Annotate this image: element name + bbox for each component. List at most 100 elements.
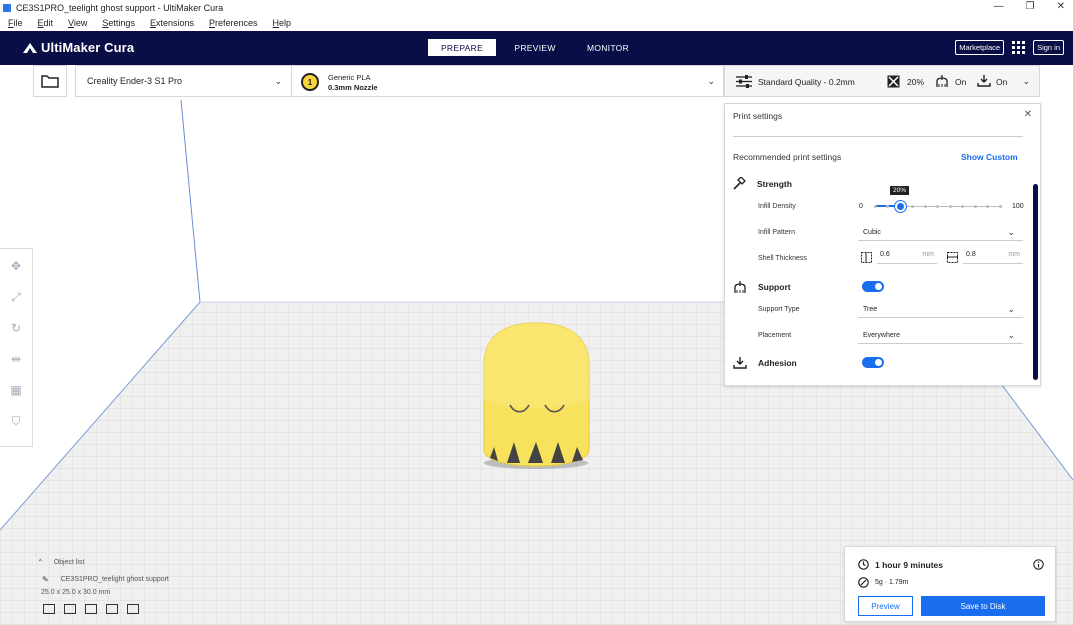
chevron-up-icon: ⌃ <box>37 558 44 567</box>
window-controls: — ❐ ✕ <box>994 1 1065 12</box>
infill-max-label: 100 <box>1012 203 1024 210</box>
slider-tick <box>973 204 977 208</box>
tab-prepare[interactable]: PREPARE <box>428 39 496 56</box>
support-section: Support <box>733 280 791 294</box>
slider-tick <box>948 204 952 208</box>
chevron-down-icon: ⌄ <box>274 76 282 86</box>
slider-tick <box>986 204 989 208</box>
scale-tool-icon[interactable]: ⤢ <box>9 290 23 304</box>
infill-tooltip: 20% <box>890 186 910 195</box>
infill-summary: 20% <box>907 77 925 87</box>
menu-extensions[interactable]: Extensions <box>150 18 194 28</box>
printer-selector[interactable]: Creality Ender-3 S1 Pro ⌄ <box>75 65 292 97</box>
mirror-tool-icon[interactable]: ⇹ <box>9 352 23 366</box>
print-settings-panel: Print settings ✕ Recommended print setti… <box>724 103 1041 386</box>
panel-scrollbar[interactable] <box>1033 184 1038 380</box>
print-settings-selector[interactable]: Standard Quality - 0.2mm 20% On On ⌄ <box>724 65 1040 97</box>
object-list-toggle[interactable]: ⌃ Object list <box>37 558 169 567</box>
panel-title: Print settings <box>733 111 783 121</box>
minimize-button[interactable]: — <box>994 1 1004 12</box>
menu-help[interactable]: Help <box>273 18 292 28</box>
support-type-value: Tree <box>863 305 878 313</box>
print-estimate-panel: 1 hour 9 minutes 5g · 1.79m Preview Save… <box>844 546 1056 622</box>
material-selector[interactable]: 1 Generic PLA 0.3mm Nozzle ⌄ <box>292 65 724 97</box>
top-bottom-thickness-input[interactable]: 0.8 mm <box>963 251 1023 264</box>
chevron-down-icon: ⌄ <box>1022 76 1030 86</box>
object-row[interactable]: ✎ CE3S1PRO_teelight ghost support <box>42 575 169 584</box>
adhesion-summary: On <box>996 77 1008 87</box>
wall-thickness-value: 0.6 <box>880 251 890 258</box>
nozzle-size: 0.3mm Nozzle <box>328 82 378 92</box>
slider-tick <box>936 204 939 208</box>
open-file-button[interactable] <box>33 65 67 97</box>
tool-sidebar: ✥ ⤢ ↻ ⇹ ▦ ⛉ <box>0 248 33 447</box>
header-actions: Marketplace Sign in <box>955 40 1064 55</box>
slider-tick <box>886 204 889 208</box>
marketplace-button[interactable]: Marketplace <box>955 40 1005 55</box>
wall-thickness-input[interactable]: 0.6 mm <box>877 251 937 264</box>
view-orientation-buttons <box>43 604 169 614</box>
infill-pattern-dropdown[interactable]: Cubic ⌄ <box>858 224 1023 241</box>
close-button[interactable]: ✕ <box>1057 1 1065 12</box>
material-usage: 5g · 1.79m <box>875 579 909 586</box>
view-front-icon[interactable] <box>64 604 76 614</box>
move-tool-icon[interactable]: ✥ <box>9 259 23 273</box>
view-3d-icon[interactable] <box>43 604 55 614</box>
menu-view[interactable]: View <box>68 18 87 28</box>
per-model-settings-icon[interactable]: ▦ <box>9 383 23 397</box>
adhesion-icon <box>977 75 991 87</box>
window-title: CE3S1PRO_teelight ghost support - UltiMa… <box>16 2 224 13</box>
view-top-icon[interactable] <box>85 604 97 614</box>
info-icon[interactable] <box>1033 559 1044 570</box>
rotate-tool-icon[interactable]: ↻ <box>9 321 23 335</box>
profile-name: Standard Quality - 0.2mm <box>758 77 855 87</box>
support-icon <box>936 75 948 87</box>
object-list: ⌃ Object list ✎ CE3S1PRO_teelight ghost … <box>37 558 169 614</box>
placement-label: Placement <box>758 332 792 339</box>
object-list-label: Object list <box>53 559 85 566</box>
support-summary: On <box>955 77 967 87</box>
maximize-button[interactable]: ❐ <box>1026 1 1035 12</box>
menu-file[interactable]: File <box>8 18 23 28</box>
menu-bar: File Edit View Settings Extensions Prefe… <box>0 15 1073 31</box>
view-right-icon[interactable] <box>127 604 139 614</box>
infill-slider-handle[interactable] <box>894 201 906 212</box>
sign-in-button[interactable]: Sign in <box>1033 40 1064 55</box>
menu-preferences[interactable]: Preferences <box>209 18 258 28</box>
show-custom-button[interactable]: Show Custom <box>961 152 1018 162</box>
placement-value: Everywhere <box>863 331 900 339</box>
adhesion-toggle[interactable] <box>862 357 884 368</box>
infill-pattern-value: Cubic <box>863 228 881 236</box>
view-left-icon[interactable] <box>106 604 118 614</box>
chevron-down-icon: ⌄ <box>1007 330 1015 340</box>
slider-tick <box>923 204 927 208</box>
shell-thickness-label: Shell Thickness <box>758 255 807 262</box>
menu-settings[interactable]: Settings <box>102 18 135 28</box>
printer-name: Creality Ender-3 S1 Pro <box>87 76 183 86</box>
material-name: Generic PLA <box>328 73 371 82</box>
menu-edit[interactable]: Edit <box>38 18 54 28</box>
extruder-badge: 1 <box>301 73 319 91</box>
tab-preview[interactable]: PREVIEW <box>501 39 569 56</box>
strength-section: Strength <box>733 177 792 190</box>
slider-tick <box>873 204 877 208</box>
top-bottom-thickness-value: 0.8 <box>966 251 976 258</box>
infill-min-label: 0 <box>859 203 863 210</box>
preview-button[interactable]: Preview <box>858 596 913 616</box>
apps-grid-icon[interactable] <box>1012 41 1026 54</box>
support-toggle[interactable] <box>862 281 884 292</box>
tab-monitor[interactable]: MONITOR <box>574 39 642 56</box>
cura-app-icon <box>3 3 11 12</box>
sliders-icon <box>736 75 752 88</box>
support-blocker-icon[interactable]: ⛉ <box>9 414 23 428</box>
placement-dropdown[interactable]: Everywhere ⌄ <box>858 327 1023 344</box>
support-icon <box>734 281 746 293</box>
save-to-disk-button[interactable]: Save to Disk <box>921 596 1045 616</box>
support-type-dropdown[interactable]: Tree ⌄ <box>858 301 1023 318</box>
app-header: UltiMaker Cura PREPARE PREVIEW MONITOR M… <box>0 31 1073 65</box>
infill-density-slider[interactable] <box>873 201 1002 212</box>
material-info: Generic PLA 0.3mm Nozzle <box>328 73 378 92</box>
support-type-label: Support Type <box>758 306 800 313</box>
close-icon[interactable]: ✕ <box>1024 109 1032 120</box>
chevron-down-icon: ⌄ <box>1007 227 1015 237</box>
